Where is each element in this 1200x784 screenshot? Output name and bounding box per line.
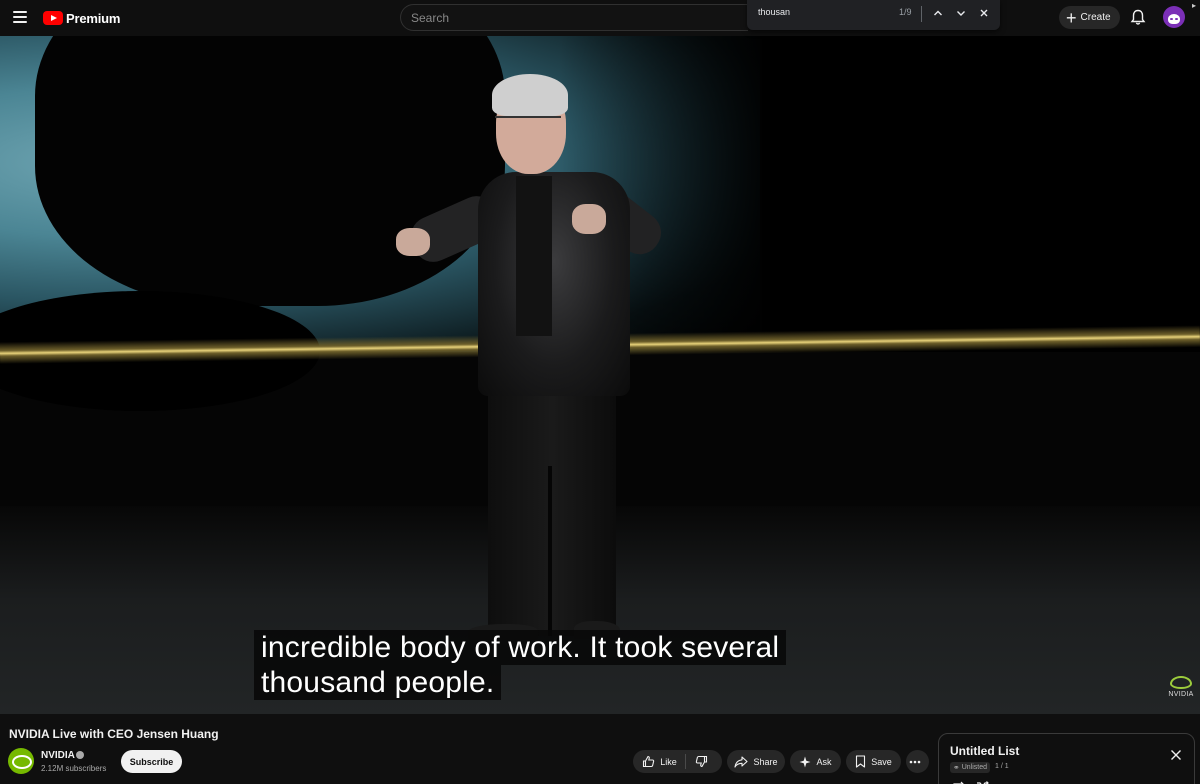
playlist-position: 1 / 1: [995, 763, 1009, 770]
like-button[interactable]: Like: [642, 754, 686, 769]
subscriber-count: 2.12M subscribers: [41, 764, 107, 773]
dislike-button[interactable]: [686, 755, 713, 768]
stage-backdrop: [560, 36, 1200, 352]
presenter-jacket: [478, 172, 630, 396]
bell-icon[interactable]: [1130, 9, 1146, 26]
presenter-hand: [396, 228, 430, 256]
thumbs-up-icon: [643, 755, 655, 768]
youtube-premium-logo[interactable]: Premium: [43, 9, 120, 27]
find-divider: [921, 6, 922, 22]
presenter-shirt: [516, 176, 552, 336]
playlist-title[interactable]: Untitled List: [950, 744, 1019, 758]
chevron-down-icon[interactable]: [953, 5, 969, 21]
presenter-hair: [492, 74, 568, 116]
close-icon[interactable]: [976, 5, 992, 21]
bookmark-icon: [856, 755, 866, 768]
channel-avatar[interactable]: [8, 748, 34, 774]
nvidia-eye-icon: [1170, 676, 1192, 689]
verified-badge-icon: [76, 751, 84, 759]
find-in-page-bar: thousan 1/9: [747, 0, 1000, 30]
chevron-up-icon[interactable]: [930, 5, 946, 21]
video-title: NVIDIA Live with CEO Jensen Huang: [9, 727, 219, 741]
share-arrow-icon: [734, 755, 749, 768]
plus-icon: +: [1066, 7, 1077, 28]
captions: incredible body of work. It took several…: [254, 630, 787, 700]
visibility-label: Unlisted: [961, 764, 987, 771]
ask-label: Ask: [816, 756, 832, 767]
caption-line: incredible body of work. It took several: [254, 630, 787, 665]
link-icon: ⚭: [953, 763, 960, 772]
find-query-input[interactable]: thousan: [758, 7, 790, 17]
channel-name[interactable]: NVIDIA: [41, 750, 75, 761]
create-label: Create: [1080, 12, 1111, 23]
visibility-badge: ⚭ Unlisted: [950, 762, 990, 773]
loop-icon[interactable]: [952, 778, 966, 784]
watermark-text: NVIDIA: [1168, 691, 1194, 698]
create-button[interactable]: + Create: [1059, 6, 1120, 29]
hamburger-icon[interactable]: [13, 11, 27, 23]
share-button[interactable]: Share: [727, 750, 785, 773]
masthead: Premium thousan 1/9 + Create ▸: [0, 0, 1200, 36]
thumbs-down-icon: [695, 755, 707, 768]
stage-screen-shape: [35, 36, 505, 306]
search-box[interactable]: [400, 4, 748, 31]
more-horizontal-icon: [909, 760, 921, 763]
ask-button[interactable]: Ask: [790, 750, 841, 773]
logo-text: Premium: [66, 10, 121, 26]
caption-line: thousand people.: [254, 665, 502, 700]
presenter-legs: [488, 376, 616, 636]
presenter-leg-gap: [548, 466, 552, 636]
subscribe-button[interactable]: Subscribe: [121, 750, 182, 773]
find-match-count: 1/9: [899, 7, 912, 17]
channel-watermark[interactable]: NVIDIA: [1166, 676, 1196, 704]
presenter-glasses: [495, 116, 561, 126]
youtube-play-icon: [43, 11, 63, 25]
search-input[interactable]: [401, 5, 748, 30]
window-corner-icon: ▸: [1192, 1, 1197, 10]
like-dislike-group: Like: [633, 750, 722, 773]
share-label: Share: [753, 756, 778, 767]
more-actions-button[interactable]: [906, 750, 929, 773]
close-icon[interactable]: [1170, 748, 1182, 760]
video-player[interactable]: incredible body of work. It took several…: [0, 36, 1200, 714]
presenter-hand: [572, 204, 606, 234]
like-label: Like: [660, 756, 677, 767]
avatar[interactable]: [1163, 6, 1185, 28]
save-label: Save: [871, 756, 892, 767]
shuffle-icon[interactable]: [976, 778, 990, 784]
save-button[interactable]: Save: [846, 750, 901, 773]
playlist-panel: Untitled List ⚭ Unlisted 1 / 1: [938, 733, 1195, 784]
sparkle-icon: [799, 756, 811, 767]
